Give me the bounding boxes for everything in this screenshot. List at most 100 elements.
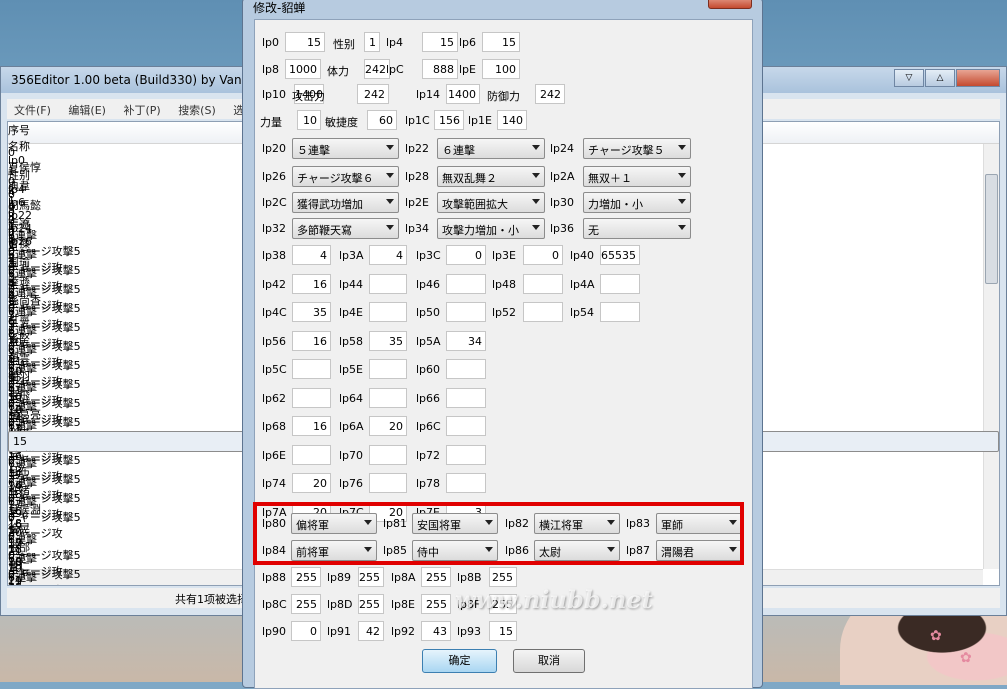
chevron-down-icon (386, 173, 394, 178)
field-lp93-input[interactable]: 15 (489, 621, 517, 641)
field-lp62-input[interactable] (292, 387, 331, 408)
field-lp88-label: lp88 (262, 571, 287, 584)
field-lp60-input[interactable] (446, 359, 486, 379)
field-lp5A-input[interactable]: 34 (446, 330, 486, 351)
field-lp66-input[interactable] (446, 387, 486, 408)
field-lp8C-label: lp8C (262, 598, 287, 611)
menu-file[interactable]: 文件(F) (7, 99, 58, 121)
field-lp48-input[interactable] (523, 273, 563, 294)
select-lp2E-select[interactable]: 攻擊範囲拡大 (437, 192, 545, 213)
field-lp1E-input[interactable]: 140 (497, 110, 527, 130)
field-力量-label: 力量 (260, 116, 282, 129)
field-lp88-input[interactable]: 255 (291, 567, 321, 587)
field-lp44-input[interactable] (369, 273, 407, 294)
field-lp46-input[interactable] (446, 273, 486, 294)
field-lp42-input[interactable]: 16 (292, 273, 331, 294)
ok-button[interactable]: 确定 (422, 649, 497, 673)
select-lp32-select[interactable]: 多節鞭天寫 (292, 218, 399, 239)
menu-edit[interactable]: 编辑(E) (61, 99, 113, 121)
field-lp90-input[interactable]: 0 (291, 621, 321, 641)
field-lp5E-input[interactable] (369, 359, 407, 379)
field-lpC-input[interactable]: 888 (422, 59, 458, 79)
chevron-down-icon (386, 145, 394, 150)
field-lp8B-input[interactable]: 255 (489, 567, 517, 587)
select-lp2C-select[interactable]: 獲得武功増加 (292, 192, 399, 213)
field-lp58-input[interactable]: 35 (369, 330, 407, 351)
field-lp14-input[interactable]: 1400 (446, 84, 480, 104)
field-lp8E-input[interactable]: 255 (421, 594, 451, 614)
field-lp46-label: lp46 (416, 277, 441, 291)
close-button[interactable] (956, 69, 1000, 87)
menu-search[interactable]: 搜索(S) (171, 99, 223, 121)
field-lpE-input[interactable]: 100 (482, 59, 520, 79)
field-lp78-input[interactable] (446, 473, 486, 493)
field-lp8D-label: lp8D (327, 598, 353, 611)
select-lp22-select[interactable]: ６連擊 (437, 138, 545, 159)
minimize-button[interactable]: ▽ (894, 69, 924, 87)
field-lp76-input[interactable] (369, 473, 407, 493)
field-lp4E-input[interactable] (369, 302, 407, 322)
field-lp6E-input[interactable] (292, 444, 331, 465)
select-lp28-select[interactable]: 無双乱舞２ (437, 166, 545, 187)
select-value: 無双＋１ (588, 172, 632, 185)
restore-button[interactable]: △ (925, 69, 955, 87)
field-lp72-input[interactable] (446, 444, 486, 465)
field-lp14-label: lp14 (416, 88, 441, 101)
field-lp54-input[interactable] (600, 302, 640, 322)
field-防御力-input[interactable]: 242 (535, 84, 565, 104)
field-lp91-input[interactable]: 42 (358, 621, 384, 641)
select-lp24-select[interactable]: チャージ攻擊５ (583, 138, 691, 159)
field-性别-label: 性别 (333, 38, 355, 51)
field-lp5C-input[interactable] (292, 359, 331, 379)
field-lp10-label: lp10 (262, 88, 287, 101)
field-lp74-input[interactable]: 20 (292, 473, 331, 493)
field-lp38-input[interactable]: 4 (292, 245, 331, 265)
field-lp50-input[interactable] (446, 302, 486, 322)
field-lp4-input[interactable]: 15 (422, 32, 458, 52)
field-lp4C-input[interactable]: 35 (292, 302, 331, 322)
select-lp2A-select[interactable]: 無双＋１ (583, 166, 691, 187)
menu-patch[interactable]: 补丁(P) (116, 99, 167, 121)
field-lp6-input[interactable]: 15 (482, 32, 520, 52)
select-lp26-select[interactable]: チャージ攻擊６ (292, 166, 399, 187)
field-lp6C-input[interactable] (446, 416, 486, 436)
select-lp30-select[interactable]: 力増加・小 (583, 192, 691, 213)
field-lp8A-input[interactable]: 255 (421, 567, 451, 587)
highlight-box (253, 502, 744, 565)
field-敏捷度-input[interactable]: 60 (367, 110, 397, 130)
field-lp0-input[interactable]: 15 (285, 32, 325, 52)
chevron-down-icon (678, 145, 686, 150)
dialog-close-button[interactable] (708, 0, 752, 9)
field-lp3E-input[interactable]: 0 (523, 245, 563, 265)
field-lp89-input[interactable]: 255 (358, 567, 384, 587)
field-lp64-input[interactable] (369, 387, 407, 408)
select-lp24-label: lp24 (550, 142, 575, 155)
field-lp56-input[interactable]: 16 (292, 330, 331, 351)
field-lp52-input[interactable] (523, 302, 563, 322)
field-lp5E-label: lp5E (339, 363, 363, 376)
field-lp3C-input[interactable]: 0 (446, 245, 486, 265)
field-性别-input[interactable]: 1 (364, 32, 380, 52)
field-lp8-input[interactable]: 1000 (285, 59, 321, 79)
select-lp20-select[interactable]: ５連擊 (292, 138, 399, 159)
field-lp68-input[interactable]: 16 (292, 416, 331, 436)
field-lp4C-label: lp4C (262, 306, 287, 319)
field-lp1C-input[interactable]: 156 (434, 110, 464, 130)
select-lp36-select[interactable]: 无 (583, 218, 691, 239)
select-value: 獲得武功増加 (297, 198, 363, 211)
field-lp40-input[interactable]: 65535 (600, 245, 640, 265)
field-lp6A-input[interactable]: 20 (369, 416, 407, 436)
field-lp8A-label: lp8A (391, 571, 416, 584)
field-力量-input[interactable]: 10 (297, 110, 321, 130)
field-lp1E-label: lp1E (468, 114, 492, 127)
field-lp8C-input[interactable]: 255 (291, 594, 321, 614)
field-lp92-input[interactable]: 43 (421, 621, 451, 641)
select-lp34-select[interactable]: 攻擊力増加・小 (437, 218, 545, 239)
field-攻击力-input[interactable]: 242 (357, 84, 389, 104)
status-text: 共有1项被选择 (175, 593, 248, 606)
cancel-button[interactable]: 取消 (513, 649, 585, 673)
field-lp3A-input[interactable]: 4 (369, 245, 407, 265)
field-lp4A-input[interactable] (600, 273, 640, 294)
field-lp70-input[interactable] (369, 444, 407, 465)
field-lp8D-input[interactable]: 255 (358, 594, 384, 614)
